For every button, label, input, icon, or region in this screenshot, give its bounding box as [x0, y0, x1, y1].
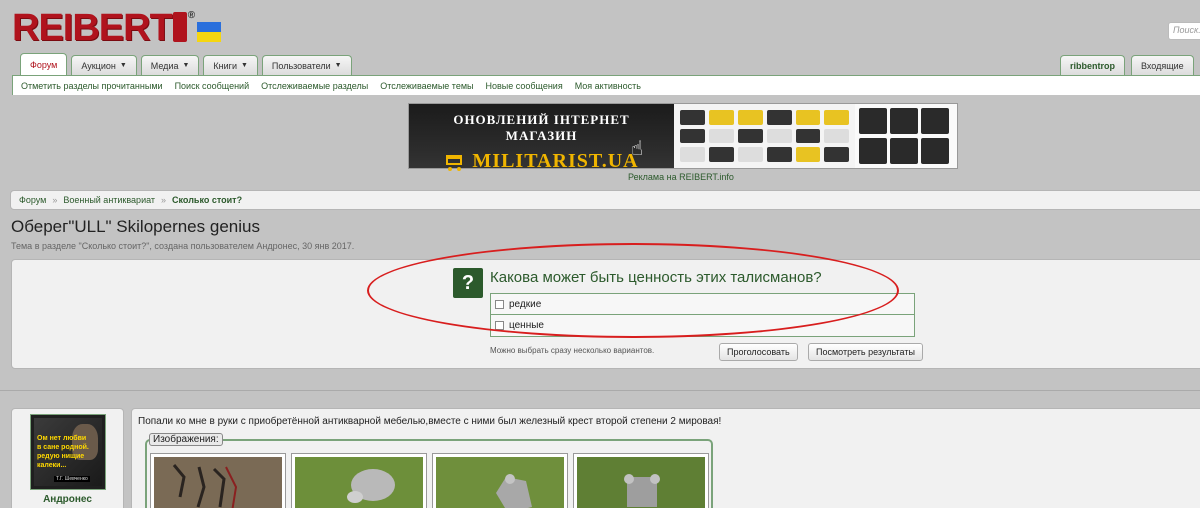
- subnav-watched-threads[interactable]: Отслеживаемые темы: [380, 81, 473, 91]
- vote-button[interactable]: Проголосовать: [719, 343, 798, 361]
- breadcrumb: Форум » Военный антиквариат » Сколько ст…: [10, 190, 1200, 210]
- pointer-hand-icon: ☝: [631, 138, 644, 160]
- chevron-down-icon: ▼: [119, 62, 127, 69]
- attachment-thumbnail[interactable]: [291, 453, 427, 508]
- view-results-button[interactable]: Посмотреть результаты: [808, 343, 923, 361]
- attachment-thumbnail[interactable]: [150, 453, 286, 508]
- checkbox[interactable]: [495, 299, 504, 309]
- tab-label: Форум: [30, 59, 58, 70]
- subnav-watched-forums[interactable]: Отслеживаемые разделы: [261, 81, 368, 91]
- main-nav-tabs: Форум Аукцион ▼ Медиа ▼ Книги ▼ Пользовател…: [20, 53, 352, 75]
- forum-subnav: Отметить разделы прочитанными Поиск сооб…: [12, 75, 1200, 95]
- poll-box: ? Какова может быть ценность этих талисм…: [11, 259, 1200, 369]
- post-text: Попали ко мне в руки с приобретённой ант…: [138, 416, 722, 427]
- chevron-down-icon: ▼: [334, 62, 342, 69]
- poll-options: редкие ценные: [490, 293, 915, 337]
- tab-label: Аукцион: [81, 60, 116, 71]
- banner-brand: MILITARIST.UA: [472, 150, 639, 172]
- chevron-down-icon: ▼: [240, 62, 248, 69]
- tab-label: Книги: [213, 60, 237, 71]
- banner-text-panel: ОНОВЛЕНИЙ ІНТЕРНЕТ МАГАЗИН MILITARIST.UA…: [409, 104, 675, 172]
- thread-title: Оберег"ULL" Skilopernes genius: [11, 217, 260, 236]
- poll-option-label: ценные: [509, 320, 544, 331]
- post-author-panel: Ом нет любви в сане родной. редую нищие …: [11, 408, 124, 508]
- poll-option-label: редкие: [509, 298, 542, 310]
- poll-note: Можно выбрать сразу несколько вариантов.: [490, 346, 655, 355]
- post-body: Попали ко мне в руки с приобретённой ант…: [131, 408, 1200, 508]
- tab-media[interactable]: Медиа ▼: [140, 55, 200, 75]
- avatar[interactable]: Ом нет любви в сане родной. редую нищие …: [30, 414, 106, 490]
- inbox-tab[interactable]: Входящие: [1131, 55, 1194, 75]
- user-nav: ribbentrop Входящие: [1060, 55, 1200, 75]
- post-author-name[interactable]: Андронес: [12, 494, 123, 505]
- avatar-signature: Т.Г. Шевченко: [54, 476, 90, 482]
- banner-product-photos: [855, 104, 957, 168]
- poll-question: Какова может быть ценность этих талисман…: [490, 269, 822, 286]
- breadcrumb-separator: »: [52, 195, 58, 205]
- subnav-search-messages[interactable]: Поиск сообщений: [175, 81, 250, 91]
- logo-text: REIBERT: [12, 7, 173, 49]
- user-menu-tab[interactable]: ribbentrop: [1060, 55, 1125, 75]
- thread-meta: Тема в разделе "Сколько стоит?", создана…: [11, 241, 355, 251]
- chevron-down-icon: ▼: [182, 62, 190, 69]
- attachments-block: Изображения:: [145, 433, 713, 508]
- tab-label: Медиа: [150, 60, 179, 71]
- ad-caption-link[interactable]: Реклама на REIBERT.info: [628, 172, 734, 182]
- banner-product-grid: [674, 104, 856, 168]
- banner-headline: ОНОВЛЕНИЙ ІНТЕРНЕТ МАГАЗИН: [453, 112, 630, 143]
- breadcrumb-current[interactable]: Сколько стоит?: [172, 195, 242, 205]
- tab-books[interactable]: Книги ▼: [203, 55, 258, 75]
- checkbox[interactable]: [495, 321, 504, 330]
- attachments-label: Изображения:: [149, 433, 223, 446]
- shopping-cart-icon: [444, 153, 464, 171]
- question-icon: ?: [453, 268, 483, 298]
- avatar-caption: Ом нет любви в сане родной. редую нищие …: [37, 435, 89, 469]
- poll-option-valuable[interactable]: ценные: [491, 315, 914, 336]
- subnav-new-posts[interactable]: Новые сообщения: [485, 81, 562, 91]
- tab-label: Пользователи: [271, 60, 331, 71]
- tab-auction[interactable]: Аукцион ▼: [71, 55, 137, 75]
- breadcrumb-separator: »: [161, 195, 167, 205]
- subnav-mark-read[interactable]: Отметить разделы прочитанными: [21, 81, 163, 91]
- logo-registered-mark: ®: [187, 10, 196, 21]
- logo-info-badge: [172, 12, 187, 42]
- tab-forum[interactable]: Форум: [20, 53, 68, 75]
- ukraine-flag-icon: [197, 22, 222, 42]
- poll-option-rare[interactable]: редкие: [491, 294, 914, 315]
- section-divider: [0, 390, 1200, 391]
- breadcrumb-forum[interactable]: Форум: [19, 195, 46, 205]
- tab-users[interactable]: Пользователи ▼: [261, 55, 352, 75]
- subnav-my-activity[interactable]: Моя активность: [575, 81, 641, 91]
- ad-banner[interactable]: ОНОВЛЕНИЙ ІНТЕРНЕТ МАГАЗИН MILITARIST.UA…: [408, 103, 958, 172]
- site-logo[interactable]: REIBERT ®: [12, 7, 222, 49]
- search-input[interactable]: Поиск...: [1168, 22, 1200, 40]
- attachment-thumbnail[interactable]: [432, 453, 568, 508]
- attachment-thumbnail[interactable]: [573, 453, 709, 508]
- breadcrumb-military-antiques[interactable]: Военный антиквариат: [63, 195, 155, 205]
